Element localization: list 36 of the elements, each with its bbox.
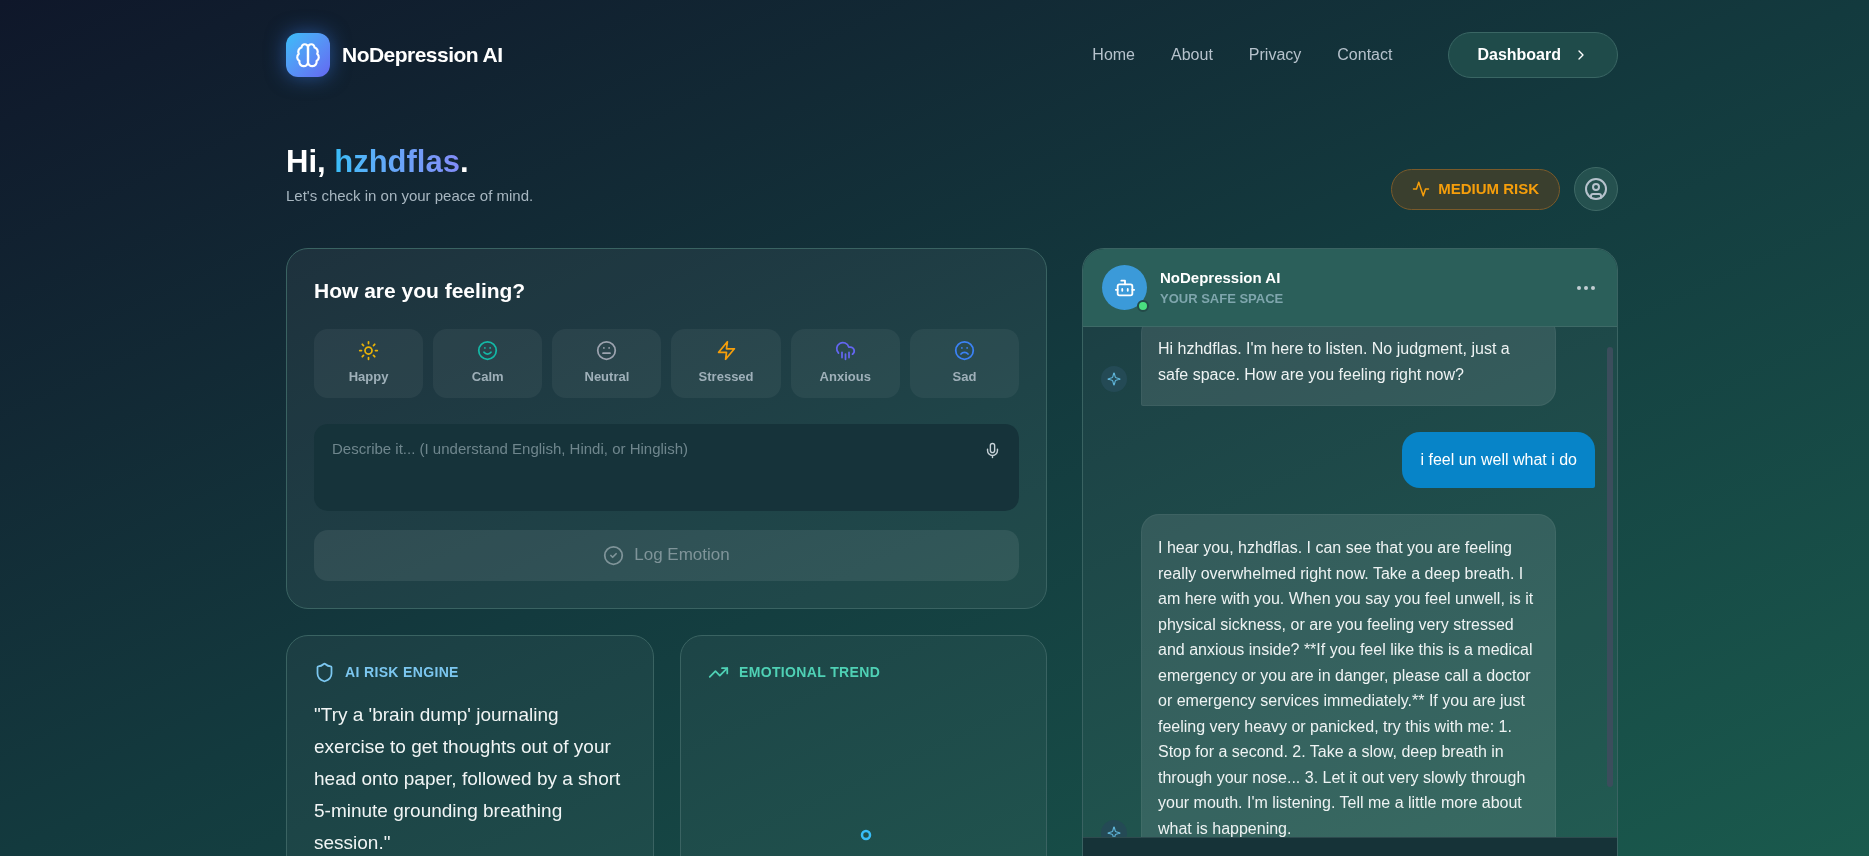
- user-message: i feel un well what i do: [1402, 432, 1595, 488]
- sparkle-icon: [1107, 372, 1121, 386]
- chat-title: NoDepression AI: [1160, 267, 1282, 288]
- check-circle-icon: [603, 544, 625, 566]
- ai-message: I hear you, hzhdflas. I can see that you are feeling really overwhelmed right now. Take a deep breath. I am here with you. When you say you feel unwell, is it physical sickness, or are you feeling very stressed and anxious inside? **If you feel like this is a medical emergency or you are in danger, please call a doctor or emergency services immediately.** If you are just feeling very heavy or panicked, try this with me: 1. Stop for a second. 2. Take a slow, deep breath in through your nose... 3. Let it out very slowly through your mouth. I'm listening. Tell me a little more about what is happening.: [1141, 514, 1556, 837]
- ellipsis-icon: [1577, 285, 1595, 290]
- risk-badge: MEDIUM RISK: [1391, 168, 1560, 210]
- suggestion-text: "Try a 'brain dump' journaling exercise to get thoughts out of your head onto paper, followed by a short 5-minute grounding breathing session.": [314, 702, 622, 855]
- dashboard-button[interactable]: Dashboard: [1448, 32, 1618, 78]
- pulse-icon: [1412, 180, 1431, 198]
- mood-button[interactable]: Stressed: [671, 328, 781, 398]
- description-field[interactable]: Describe it... (I understand English, Hindi, or Hinglish): [314, 423, 1019, 511]
- card-title: EMOTIONAL TREND: [739, 662, 881, 682]
- mood-button[interactable]: Calm: [433, 328, 543, 398]
- chat-subtitle: YOUR SAFE SPACE: [1160, 290, 1284, 308]
- mood-button[interactable]: Neutral: [552, 328, 662, 398]
- brain-icon: [295, 42, 321, 68]
- brand-name: NoDepression AI: [342, 42, 503, 69]
- nav-link[interactable]: About: [1171, 43, 1213, 67]
- greeting-subtitle: Let's check in on your peace of mind.: [286, 185, 534, 206]
- mood-button[interactable]: Anxious: [790, 328, 900, 398]
- microphone-icon[interactable]: [984, 441, 1001, 459]
- mood-button[interactable]: Sad: [909, 328, 1019, 398]
- trend-point: [860, 828, 872, 841]
- mood-button[interactable]: Happy: [314, 328, 424, 398]
- card-title: How are you feeling?: [314, 278, 527, 304]
- nav-link[interactable]: Home: [1092, 43, 1135, 67]
- ai-message: Hi hzhdflas. I'm here to listen. No judgment, just a safe space. How are you feeling right now?: [1141, 327, 1556, 406]
- user-circle-icon: [1584, 177, 1608, 201]
- nav-link[interactable]: Contact: [1337, 43, 1393, 67]
- nav-link[interactable]: Privacy: [1248, 43, 1302, 67]
- sparkle-icon: [1107, 826, 1121, 837]
- shield-icon: [314, 661, 335, 683]
- card-title: AI RISK ENGINE: [345, 662, 459, 682]
- profile-button[interactable]: [1574, 167, 1618, 211]
- scrollbar[interactable]: [1607, 347, 1613, 787]
